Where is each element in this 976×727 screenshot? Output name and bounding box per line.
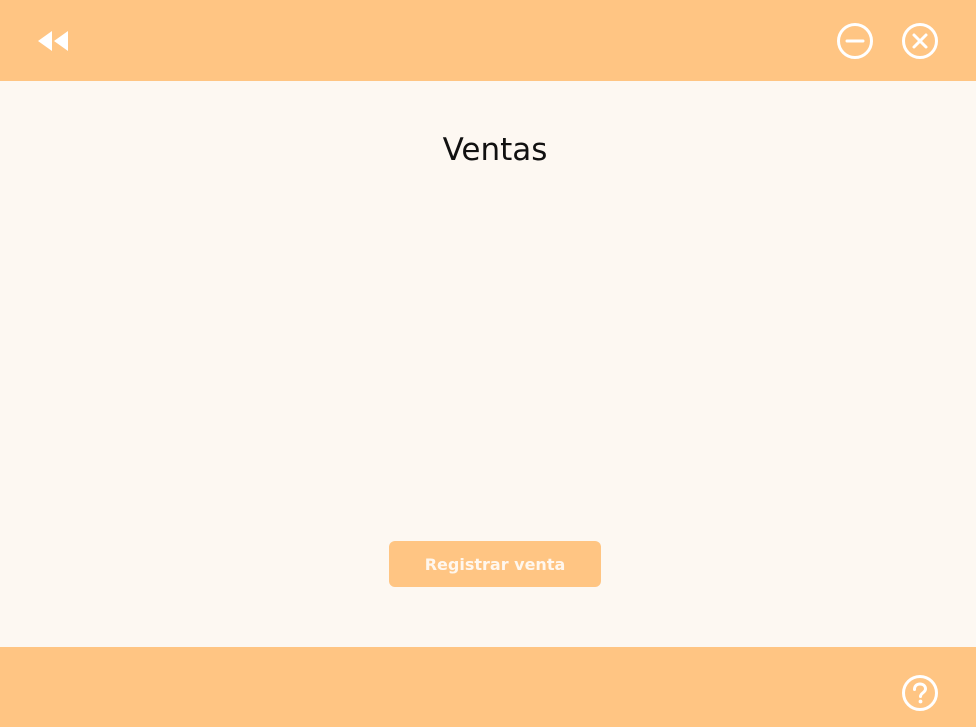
minimize-button[interactable]	[836, 22, 874, 60]
question-circle-icon	[902, 675, 938, 711]
help-button[interactable]	[901, 674, 939, 712]
rewind-icon	[38, 31, 68, 51]
register-sale-button[interactable]: Registrar venta	[389, 541, 601, 587]
top-bar	[0, 0, 976, 81]
page-title: Ventas	[442, 132, 548, 168]
minus-circle-icon	[837, 23, 873, 59]
x-circle-icon	[902, 23, 938, 59]
bottom-bar	[0, 647, 976, 727]
close-button[interactable]	[901, 22, 939, 60]
app-window: Ventas Registrar venta	[0, 0, 976, 727]
back-button[interactable]	[36, 29, 70, 53]
